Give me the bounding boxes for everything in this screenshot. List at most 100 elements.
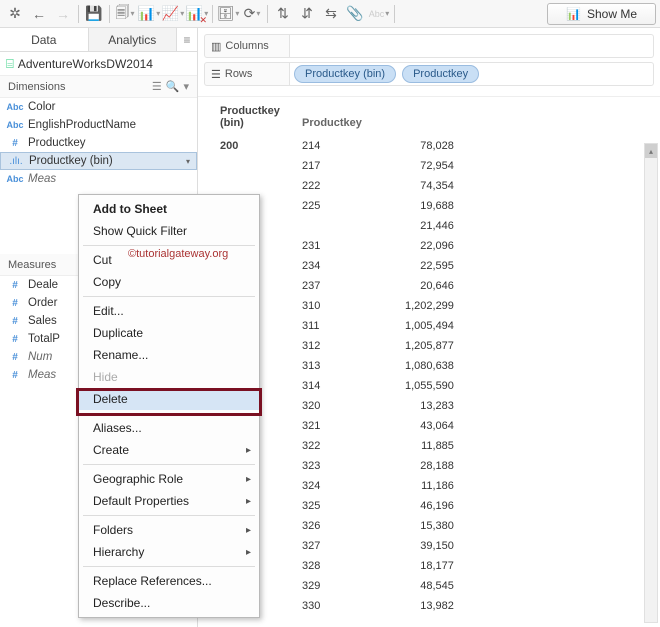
cell-pk: 329 bbox=[292, 577, 372, 595]
show-me-button[interactable]: 📊 Show Me bbox=[547, 3, 656, 25]
columns-body[interactable] bbox=[290, 34, 654, 58]
new-datasource-icon[interactable]: 🗐 bbox=[114, 3, 136, 25]
menu-duplicate[interactable]: Duplicate bbox=[79, 322, 259, 344]
cell-val: 28,188 bbox=[374, 457, 464, 475]
dropdown-icon[interactable]: ▾ bbox=[183, 80, 189, 93]
field-color[interactable]: AbcColor bbox=[0, 98, 197, 116]
field-meas[interactable]: AbcMeas bbox=[0, 170, 197, 188]
cell-bin bbox=[210, 177, 290, 195]
number-icon: # bbox=[6, 280, 24, 291]
menu-hierarchy[interactable]: Hierarchy bbox=[79, 541, 259, 563]
rows-body[interactable]: Productkey (bin) Productkey bbox=[290, 62, 654, 86]
sort-clear-icon[interactable]: ⇆ bbox=[320, 3, 342, 25]
header-pk[interactable]: Productkey bbox=[292, 99, 372, 135]
menu-default-properties[interactable]: Default Properties bbox=[79, 490, 259, 512]
search-icon[interactable]: 🔍 bbox=[166, 80, 180, 93]
save-icon[interactable]: 💾 bbox=[83, 3, 105, 25]
side-tabbar: Data Analytics ≡ bbox=[0, 28, 197, 52]
sort-desc-icon[interactable]: ⇵ bbox=[296, 3, 318, 25]
table-row[interactable]: 22274,354 bbox=[210, 177, 464, 195]
forward-icon[interactable]: → bbox=[52, 3, 74, 25]
menu-hide: Hide bbox=[79, 366, 259, 388]
cell-bin bbox=[210, 157, 290, 175]
abc-icon: Abc bbox=[6, 102, 24, 113]
menu-edit[interactable]: Edit... bbox=[79, 300, 259, 322]
chart1-icon[interactable]: 📊 bbox=[138, 3, 160, 25]
number-icon: # bbox=[6, 298, 24, 309]
field-label: TotalP bbox=[28, 333, 60, 345]
rows-shelf[interactable]: ☰Rows Productkey (bin)Productkey bbox=[204, 62, 654, 86]
cell-pk: 237 bbox=[292, 277, 372, 295]
menu-replace-references[interactable]: Replace References... bbox=[79, 570, 259, 592]
menu-geographic-role[interactable]: Geographic Role bbox=[79, 468, 259, 490]
menu-folders[interactable]: Folders bbox=[79, 519, 259, 541]
menu-cut[interactable]: Cut bbox=[79, 249, 259, 271]
field-label: Meas bbox=[28, 173, 56, 185]
chart2-icon[interactable]: 📈 bbox=[162, 3, 184, 25]
columns-label: Columns bbox=[225, 40, 268, 52]
cell-pk bbox=[292, 217, 372, 235]
menu-show-quick-filter[interactable]: Show Quick Filter bbox=[79, 220, 259, 242]
scroll-up-icon[interactable]: ▴ bbox=[645, 144, 657, 158]
attachment-icon[interactable]: 📎 bbox=[344, 3, 366, 25]
list-icon[interactable]: ☰ bbox=[152, 80, 162, 93]
header-bin[interactable]: Productkey(bin) bbox=[210, 99, 290, 135]
menu-copy[interactable]: Copy bbox=[79, 271, 259, 293]
field-productkey[interactable]: #Productkey bbox=[0, 134, 197, 152]
divider bbox=[83, 566, 255, 567]
dropdown-icon[interactable]: ▾ bbox=[186, 157, 190, 166]
toolbar: ✲ ← → 💾 🗐 📊 📈 📊✕ 🗄 ⟳ ⇅ ⇵ ⇆ 📎 Abc 📊 Show … bbox=[0, 0, 660, 28]
cell-val: 1,205,877 bbox=[374, 337, 464, 355]
abc-icon[interactable]: Abc bbox=[368, 3, 390, 25]
pill-productkey-bin-[interactable]: Productkey (bin) bbox=[294, 65, 396, 83]
cell-pk: 225 bbox=[292, 197, 372, 215]
field-englishproductname[interactable]: Abc EnglishProductName bbox=[0, 116, 197, 134]
server-icon[interactable]: 🗄 bbox=[217, 3, 239, 25]
cell-val: 15,380 bbox=[374, 517, 464, 535]
divider bbox=[83, 464, 255, 465]
tab-menu-icon[interactable]: ≡ bbox=[177, 28, 197, 51]
field-label: Productkey bbox=[28, 137, 86, 149]
cell-pk: 314 bbox=[292, 377, 372, 395]
menu-rename[interactable]: Rename... bbox=[79, 344, 259, 366]
cell-val: 1,005,494 bbox=[374, 317, 464, 335]
divider bbox=[83, 296, 255, 297]
back-icon[interactable]: ← bbox=[28, 3, 50, 25]
table-row[interactable]: 20021478,028 bbox=[210, 137, 464, 155]
table-row[interactable]: 21772,954 bbox=[210, 157, 464, 175]
tab-analytics[interactable]: Analytics bbox=[89, 28, 178, 51]
menu-create[interactable]: Create bbox=[79, 439, 259, 461]
abc-icon: Abc bbox=[6, 120, 24, 131]
cell-pk: 231 bbox=[292, 237, 372, 255]
datasource-row[interactable]: ⌸ AdventureWorksDW2014 bbox=[0, 52, 197, 76]
scrollbar[interactable]: ▴ bbox=[644, 143, 658, 623]
tab-data[interactable]: Data bbox=[0, 28, 89, 51]
measures-label: Measures bbox=[8, 259, 56, 271]
cell-pk: 326 bbox=[292, 517, 372, 535]
chart-delete-icon[interactable]: 📊✕ bbox=[186, 3, 208, 25]
cell-pk: 234 bbox=[292, 257, 372, 275]
field-productkey-bin-[interactable]: .ılı.Productkey (bin)▾ bbox=[0, 152, 197, 170]
shelves: ▥Columns ☰Rows Productkey (bin)Productke… bbox=[198, 28, 660, 97]
cell-pk: 320 bbox=[292, 397, 372, 415]
pill-productkey[interactable]: Productkey bbox=[402, 65, 479, 83]
cell-val: 78,028 bbox=[374, 137, 464, 155]
field-label: Meas bbox=[28, 369, 56, 381]
cell-pk: 312 bbox=[292, 337, 372, 355]
columns-shelf[interactable]: ▥Columns bbox=[204, 34, 654, 58]
menu-add-to-sheet[interactable]: Add to Sheet bbox=[79, 198, 259, 220]
cell-val: 11,186 bbox=[374, 477, 464, 495]
menu-describe[interactable]: Describe... bbox=[79, 592, 259, 614]
context-menu: Add to SheetShow Quick Filter CutCopy Edit… bbox=[78, 194, 260, 618]
logo-icon[interactable]: ✲ bbox=[4, 3, 26, 25]
refresh-icon[interactable]: ⟳ bbox=[241, 3, 263, 25]
cell-val: 48,545 bbox=[374, 577, 464, 595]
cell-pk: 310 bbox=[292, 297, 372, 315]
divider bbox=[267, 5, 268, 23]
sort-asc-icon[interactable]: ⇅ bbox=[272, 3, 294, 25]
cell-val: 13,283 bbox=[374, 397, 464, 415]
menu-delete[interactable]: Delete bbox=[79, 388, 259, 410]
header-val[interactable] bbox=[374, 99, 464, 135]
field-label: EnglishProductName bbox=[28, 119, 136, 131]
menu-aliases[interactable]: Aliases... bbox=[79, 417, 259, 439]
